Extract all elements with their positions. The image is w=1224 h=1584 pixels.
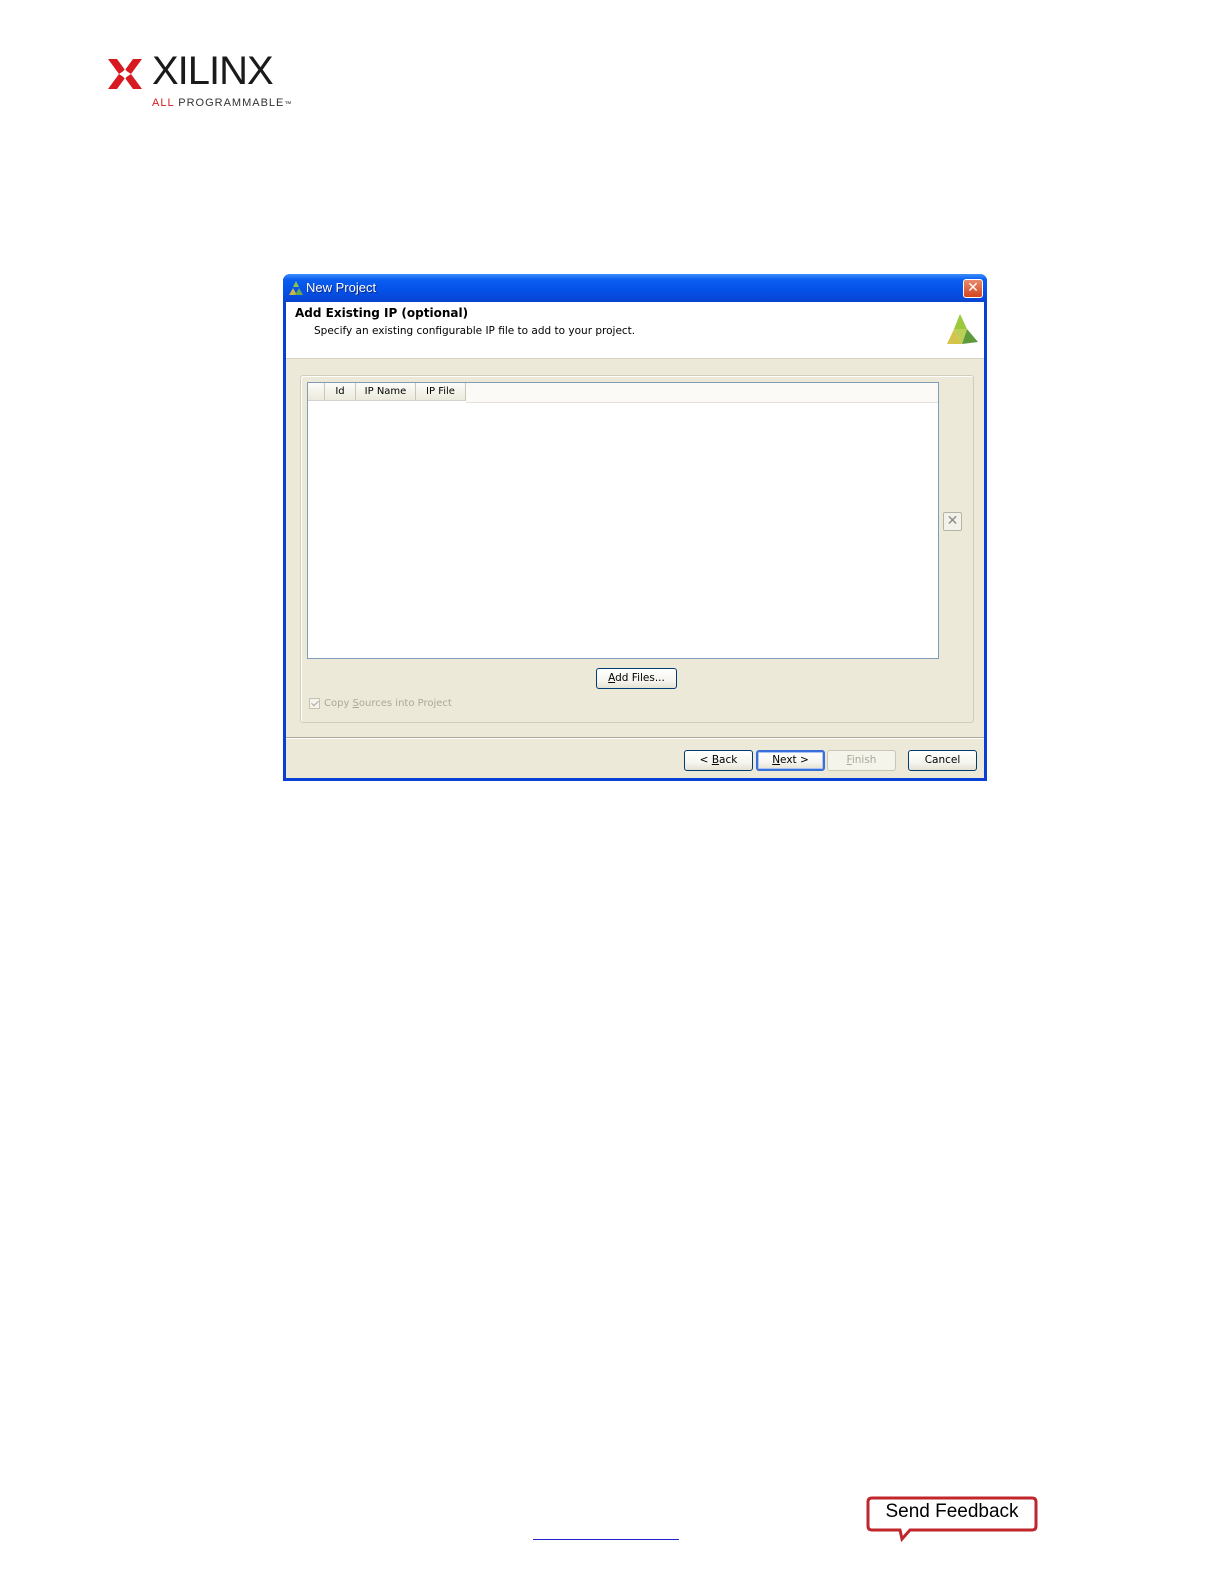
back-button[interactable]: < Back [684, 750, 753, 771]
footer-link[interactable] [533, 1539, 679, 1541]
ip-files-panel: Id IP Name IP File ✕ Add Files... Copy S… [300, 375, 974, 723]
close-button[interactable]: ✕ [963, 279, 983, 298]
footer-divider [286, 737, 984, 739]
wizard-page-title: Add Existing IP (optional) [295, 306, 469, 320]
column-header-filler [466, 383, 938, 403]
ip-table[interactable]: Id IP Name IP File [307, 382, 939, 659]
close-icon: ✕ [967, 280, 979, 296]
logo-tagline: ALL PROGRAMMABLE™ [152, 97, 293, 109]
send-feedback-label: Send Feedback [885, 1501, 1019, 1522]
column-header-id[interactable]: Id [325, 383, 356, 401]
dialog-client-area: Add Existing IP (optional) Specify an ex… [286, 302, 984, 778]
copy-sources-label: Copy Sources into Project [324, 698, 452, 709]
column-header-ip-file[interactable]: IP File [416, 383, 466, 401]
cancel-button[interactable]: Cancel [908, 750, 977, 771]
copy-sources-option[interactable]: Copy Sources into Project [309, 698, 452, 712]
ip-table-header: Id IP Name IP File [308, 383, 938, 403]
xilinx-logo: XILINX ALL PROGRAMMABLE™ [108, 49, 291, 115]
new-project-dialog: New Project ✕ Add Existing IP (optional)… [283, 274, 987, 781]
dialog-titlebar[interactable]: New Project ✕ [283, 274, 987, 302]
add-files-button[interactable]: Add Files... [596, 668, 677, 689]
vivado-logo-icon [947, 314, 978, 344]
next-button[interactable]: Next > [756, 750, 825, 771]
column-header-ip-name[interactable]: IP Name [356, 383, 416, 401]
vivado-app-icon [289, 281, 303, 295]
dialog-title: New Project [306, 280, 377, 295]
wizard-header: Add Existing IP (optional) Specify an ex… [286, 302, 984, 359]
copy-sources-checkbox[interactable] [309, 698, 320, 709]
finish-button[interactable]: Finish [827, 750, 896, 771]
xilinx-logo-mark-icon [108, 59, 142, 89]
remove-file-button[interactable]: ✕ [943, 512, 962, 531]
column-header-blank[interactable] [308, 383, 325, 401]
remove-icon: ✕ [946, 513, 959, 529]
send-feedback-button[interactable]: Send Feedback [866, 1496, 1038, 1542]
logo-wordmark: XILINX [152, 49, 274, 93]
wizard-page-subtitle: Specify an existing configurable IP file… [314, 325, 636, 337]
